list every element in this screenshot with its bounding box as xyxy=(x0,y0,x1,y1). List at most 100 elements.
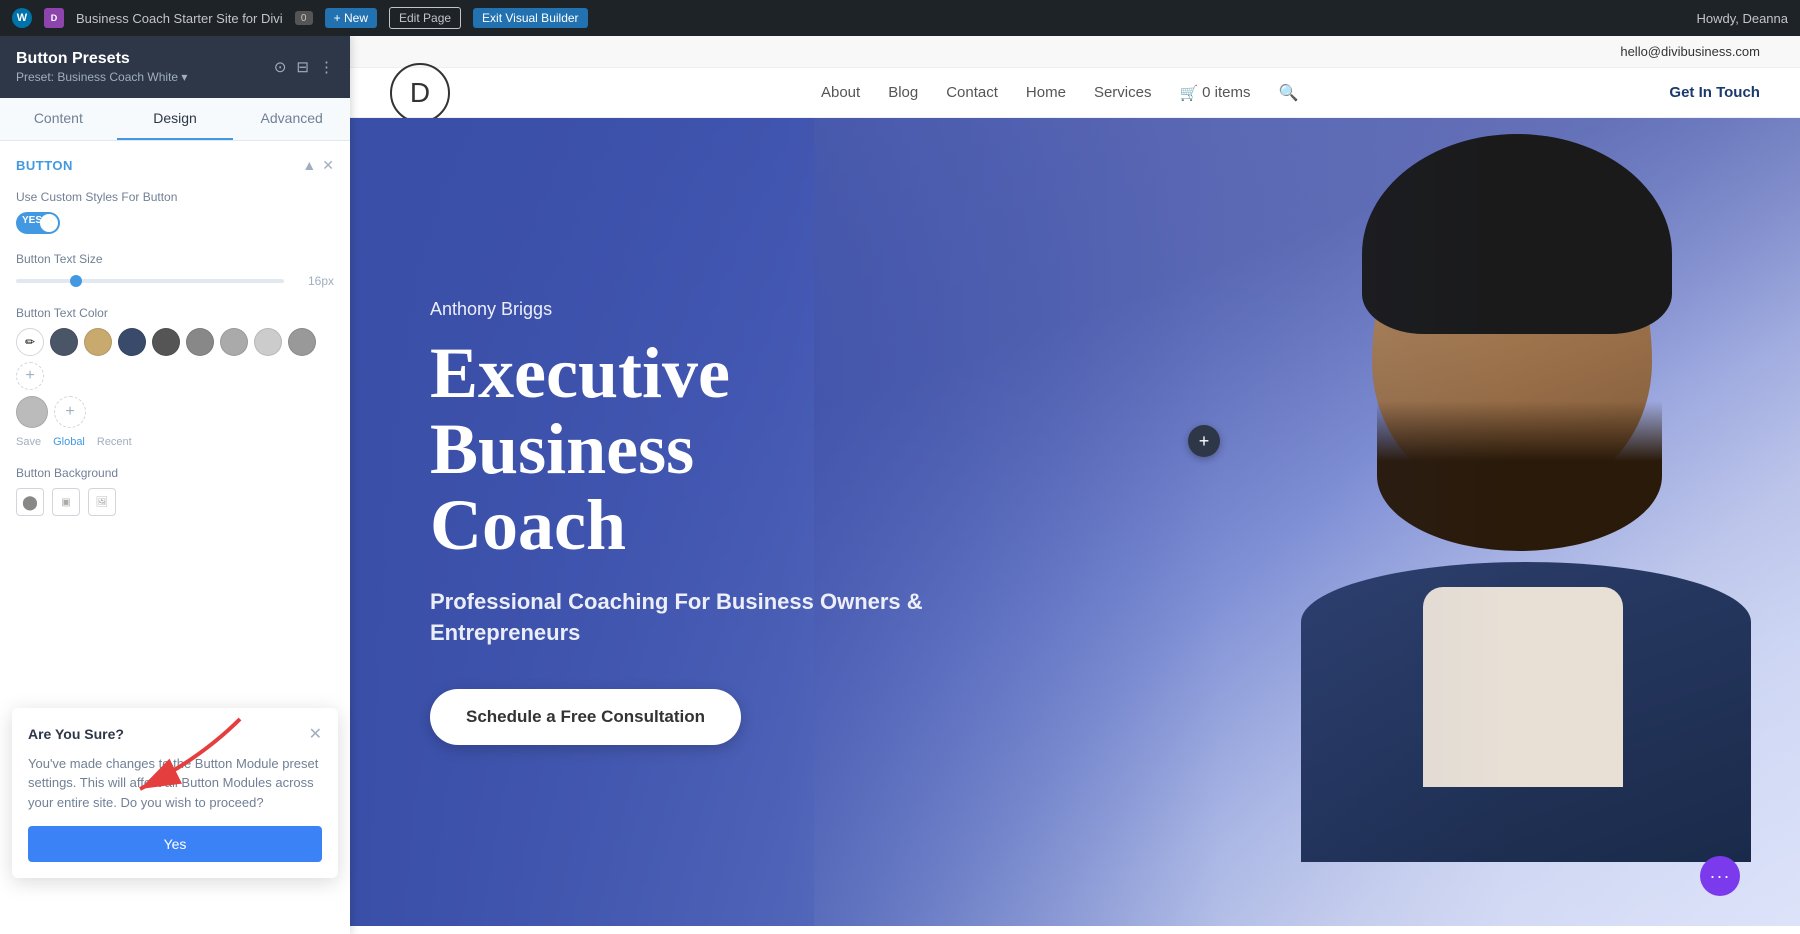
save-row: Save Global Recent xyxy=(16,436,334,448)
hero-subtitle: Professional Coaching For Business Owner… xyxy=(430,587,970,649)
cart-items: 0 items xyxy=(1202,84,1250,101)
color-swatch-5[interactable] xyxy=(186,328,214,356)
collapse-icon[interactable]: ▲ xyxy=(302,157,316,174)
new-button[interactable]: + New xyxy=(325,8,377,28)
exit-visual-builder-button[interactable]: Exit Visual Builder xyxy=(473,8,588,28)
divi-logo-icon[interactable]: D xyxy=(44,8,64,28)
bg-label: Button Background xyxy=(16,466,334,480)
focus-icon[interactable]: ⊙ xyxy=(274,58,287,76)
toggle-on-label: YES xyxy=(22,215,42,226)
custom-styles-label: Use Custom Styles For Button xyxy=(16,190,334,204)
button-section-header: Button ▲ ✕ xyxy=(16,157,334,174)
hero-name: Anthony Briggs xyxy=(430,299,970,320)
confirm-dialog: Are You Sure? ✕ You've made changes to t… xyxy=(12,708,338,879)
search-icon[interactable]: 🔍 xyxy=(1279,83,1299,103)
confirm-title: Are You Sure? xyxy=(28,726,124,742)
text-size-field: Button Text Size 16px xyxy=(16,252,334,288)
bg-gradient-btn[interactable]: ▣ xyxy=(52,488,80,516)
howdy-text: Howdy, Deanna xyxy=(1696,11,1788,26)
wp-logo-icon[interactable]: W xyxy=(12,8,32,28)
expand-icon[interactable]: ✕ xyxy=(322,157,334,174)
nav-about[interactable]: About xyxy=(821,84,860,101)
color-add-button[interactable]: + xyxy=(16,362,44,390)
text-size-thumb[interactable] xyxy=(70,275,82,287)
logo-letter: D xyxy=(410,77,430,109)
comments-bubble[interactable]: 0 xyxy=(295,11,313,25)
bg-image-btn[interactable]: 🖼 xyxy=(88,488,116,516)
bg-color-btn[interactable]: ⬤ xyxy=(16,488,44,516)
tab-content[interactable]: Content xyxy=(0,98,117,140)
cart-icon: 🛒 xyxy=(1179,84,1198,102)
hero-cta-button[interactable]: Schedule a Free Consultation xyxy=(430,689,741,745)
more-icon[interactable]: ⋮ xyxy=(319,58,334,76)
nav-cart[interactable]: 🛒 0 items xyxy=(1179,84,1250,102)
columns-icon[interactable]: ⊟ xyxy=(296,58,309,76)
text-color-label: Button Text Color xyxy=(16,306,334,320)
hero-content: Anthony Briggs Executive Business Coach … xyxy=(350,239,1050,804)
confirm-yes-button[interactable]: Yes xyxy=(28,826,322,862)
website-area: hello@divibusiness.com D About Blog Cont… xyxy=(350,36,1800,934)
tab-advanced[interactable]: Advanced xyxy=(233,98,350,140)
text-size-value: 16px xyxy=(294,274,334,288)
toggle-knob xyxy=(40,214,58,232)
color-swatch-1[interactable] xyxy=(50,328,78,356)
confirm-body: You've made changes to the Button Module… xyxy=(28,754,322,813)
color-swatch-6[interactable] xyxy=(220,328,248,356)
more-options-button[interactable]: ··· xyxy=(1700,856,1740,896)
section-collapse-icons[interactable]: ▲ ✕ xyxy=(302,157,334,174)
text-color-row: ✏ + xyxy=(16,328,334,390)
nav-cta-link[interactable]: Get In Touch xyxy=(1669,84,1760,101)
admin-bar: W D Business Coach Starter Site for Divi… xyxy=(0,0,1800,36)
color-pencil-icon[interactable]: ✏ xyxy=(16,328,44,356)
hero-title-line2: Coach xyxy=(430,485,626,565)
nav-blog[interactable]: Blog xyxy=(888,84,918,101)
color-swatch-2[interactable] xyxy=(84,328,112,356)
panel-header: Button Presets Preset: Business Coach Wh… xyxy=(0,36,350,98)
admin-bar-left: W D Business Coach Starter Site for Divi… xyxy=(12,7,1682,29)
save-label[interactable]: Save xyxy=(16,436,41,448)
button-section-title: Button xyxy=(16,158,73,173)
bg-color-icon: ⬤ xyxy=(22,494,38,511)
tab-design[interactable]: Design xyxy=(117,98,234,140)
site-header: D About Blog Contact Home Services 🛒 0 i… xyxy=(350,68,1800,118)
custom-styles-field: Use Custom Styles For Button YES xyxy=(16,190,334,234)
color-swatch-4[interactable] xyxy=(152,328,180,356)
bg-field: Button Background ⬤ ▣ 🖼 xyxy=(16,466,334,516)
nav-services[interactable]: Services xyxy=(1094,84,1152,101)
hero-title-line1: Executive Business xyxy=(430,333,730,489)
color-swatch-7[interactable] xyxy=(254,328,282,356)
site-nav: About Blog Contact Home Services 🛒 0 ite… xyxy=(821,83,1298,103)
confirm-header: Are You Sure? ✕ xyxy=(28,724,322,744)
custom-styles-toggle[interactable]: YES xyxy=(16,212,60,234)
edit-page-button[interactable]: Edit Page xyxy=(389,7,461,29)
admin-bar-right: Howdy, Deanna xyxy=(1696,11,1788,26)
site-name-link[interactable]: Business Coach Starter Site for Divi xyxy=(76,11,283,26)
nav-home[interactable]: Home xyxy=(1026,84,1066,101)
text-size-track[interactable] xyxy=(16,279,284,283)
panel-title: Button Presets xyxy=(16,50,187,68)
site-logo[interactable]: D xyxy=(390,63,450,123)
color-swatch-3[interactable] xyxy=(118,328,146,356)
text-size-label: Button Text Size xyxy=(16,252,334,266)
confirm-close-button[interactable]: ✕ xyxy=(309,724,322,744)
bg-image-icon: 🖼 xyxy=(96,497,109,508)
left-panel: Button Presets Preset: Business Coach Wh… xyxy=(0,36,350,934)
color-swatch-9[interactable] xyxy=(16,396,48,428)
nav-contact[interactable]: Contact xyxy=(946,84,998,101)
email-bar: hello@divibusiness.com xyxy=(350,36,1800,68)
global-label[interactable]: Global xyxy=(53,436,85,448)
bg-row: ⬤ ▣ 🖼 xyxy=(16,488,334,516)
panel-header-icons: ⊙ ⊟ ⋮ xyxy=(274,58,334,76)
add-module-button[interactable]: + xyxy=(1188,425,1220,457)
color-add-button-2[interactable]: + xyxy=(54,396,86,428)
bg-gradient-icon: ▣ xyxy=(61,497,70,508)
panel-subtitle[interactable]: Preset: Business Coach White ▾ xyxy=(16,70,187,84)
panel-title-area: Button Presets Preset: Business Coach Wh… xyxy=(16,50,187,84)
text-size-slider-row: 16px xyxy=(16,274,334,288)
text-color-field: Button Text Color ✏ + + Save Global xyxy=(16,306,334,448)
email-link[interactable]: hello@divibusiness.com xyxy=(1620,44,1760,59)
hero-title: Executive Business Coach xyxy=(430,336,970,563)
color-swatch-8[interactable] xyxy=(288,328,316,356)
recent-label: Recent xyxy=(97,436,132,448)
panel-tabs: Content Design Advanced xyxy=(0,98,350,141)
